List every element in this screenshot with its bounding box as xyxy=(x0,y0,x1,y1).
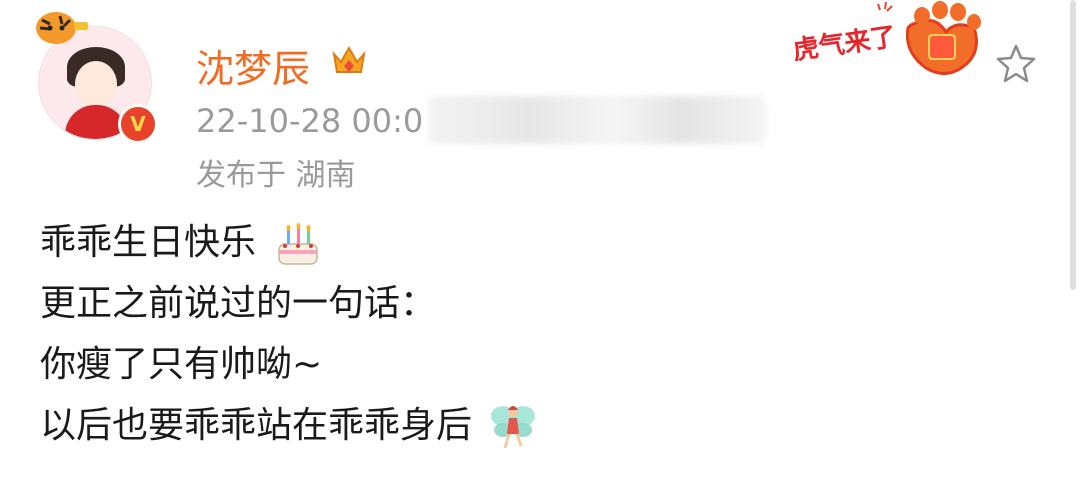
avatar-face xyxy=(75,61,117,107)
crown-icon[interactable] xyxy=(330,42,368,80)
avatar-group[interactable]: V xyxy=(30,6,170,146)
post-line-2: 更正之前说过的一句话： xyxy=(40,283,437,324)
fairy-icon xyxy=(491,406,536,449)
badge-sparkles xyxy=(877,1,893,12)
scrollbar[interactable] xyxy=(1070,0,1076,290)
post-content: 乖乖生日快乐 更正之前说过的一句话： 你瘦了只有帅呦~ 以后也要乖乖站在乖乖身后 xyxy=(40,212,537,456)
blurred-region xyxy=(428,96,766,144)
birthday-cake-icon xyxy=(278,223,319,265)
post-line-4-text: 以后也要乖乖站在乖乖身后 xyxy=(40,405,473,446)
timestamp-row: 22-10-28 00:0 xyxy=(196,96,766,144)
star-icon[interactable] xyxy=(994,42,1038,86)
verified-badge-icon: V xyxy=(118,104,158,144)
badge-text: 虎气来了 xyxy=(791,21,898,66)
tiger-pendant-icon xyxy=(36,12,88,44)
post-line-1: 乖乖生日快乐 xyxy=(40,212,537,273)
tiger-luck-badge[interactable]: 虎气来了 xyxy=(786,0,996,80)
timestamp: 22-10-28 00:0 xyxy=(196,102,424,140)
post-location: 发布于 湖南 xyxy=(196,158,356,193)
user-name[interactable]: 沈梦辰 xyxy=(196,38,310,93)
post-line-4: 以后也要乖乖站在乖乖身后 xyxy=(40,395,537,456)
post-line-3: 你瘦了只有帅呦~ xyxy=(40,344,323,385)
post-line-1-text: 乖乖生日快乐 xyxy=(40,222,257,263)
